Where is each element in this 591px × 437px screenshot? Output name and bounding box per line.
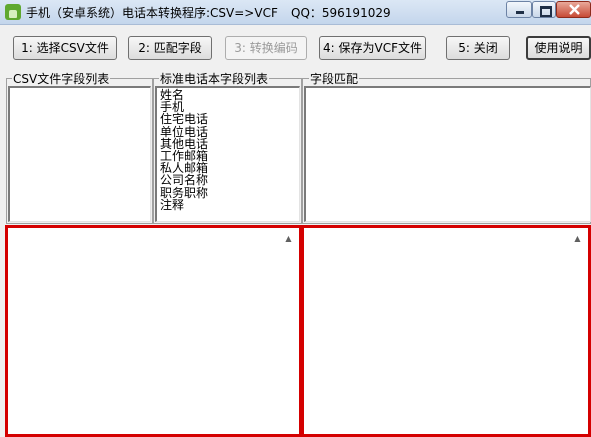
window-title: 手机（安卓系统）电话本转换程序:CSV=>VCF	[26, 6, 278, 20]
left-scrollbar[interactable]: ▲	[281, 231, 296, 434]
title-bar[interactable]: 手机（安卓系统）电话本转换程序:CSV=>VCF QQ：596191029	[0, 0, 591, 25]
close-button[interactable]: 5: 关闭	[446, 36, 510, 60]
save-vcf-button[interactable]: 4: 保存为VCF文件	[319, 36, 426, 60]
maximize-icon	[540, 6, 552, 17]
scroll-up-arrow-icon[interactable]: ▲	[281, 231, 296, 246]
standard-field-item[interactable]: 单位电话	[160, 125, 208, 137]
standard-fields-list: 姓名 手机 住宅电话 单位电话 其他电话 工作邮箱 私人邮箱 公司名称 职务职称 注释	[160, 89, 208, 211]
match-fields-button[interactable]: 2: 匹配字段	[128, 36, 212, 60]
close-window-button[interactable]	[556, 1, 591, 18]
convert-encoding-button[interactable]: 3: 转换编码	[225, 36, 307, 60]
vcf-content-pane[interactable]: ▲	[301, 225, 591, 437]
standard-field-item[interactable]: 职务职称	[160, 186, 208, 198]
standard-field-item[interactable]: 公司名称	[160, 174, 208, 186]
android-app-icon	[5, 4, 21, 20]
scroll-up-arrow-icon[interactable]: ▲	[570, 231, 585, 246]
minimize-icon	[516, 11, 524, 14]
maximize-button[interactable]	[532, 1, 556, 18]
standard-field-item[interactable]: 注释	[160, 199, 208, 211]
minimize-button[interactable]	[506, 1, 532, 18]
field-match-label: 字段匹配	[309, 70, 360, 87]
select-csv-button[interactable]: 1: 选择CSV文件	[13, 36, 117, 60]
csv-content-pane[interactable]: ▲	[5, 225, 302, 437]
help-button[interactable]: 使用说明	[526, 36, 591, 60]
standard-fields-label: 标准电话本字段列表	[159, 70, 270, 87]
csv-fields-label: CSV文件字段列表	[12, 70, 111, 87]
standard-fields-listbox[interactable]: 姓名 手机 住宅电话 单位电话 其他电话 工作邮箱 私人邮箱 公司名称 职务职称 注释	[155, 86, 300, 222]
qq-contact: QQ：596191029	[291, 6, 391, 20]
right-scrollbar[interactable]: ▲	[570, 231, 585, 434]
field-match-area[interactable]	[304, 86, 591, 222]
close-icon	[569, 4, 580, 15]
csv-fields-listbox[interactable]	[8, 86, 151, 222]
standard-field-item[interactable]: 住宅电话	[160, 113, 208, 125]
